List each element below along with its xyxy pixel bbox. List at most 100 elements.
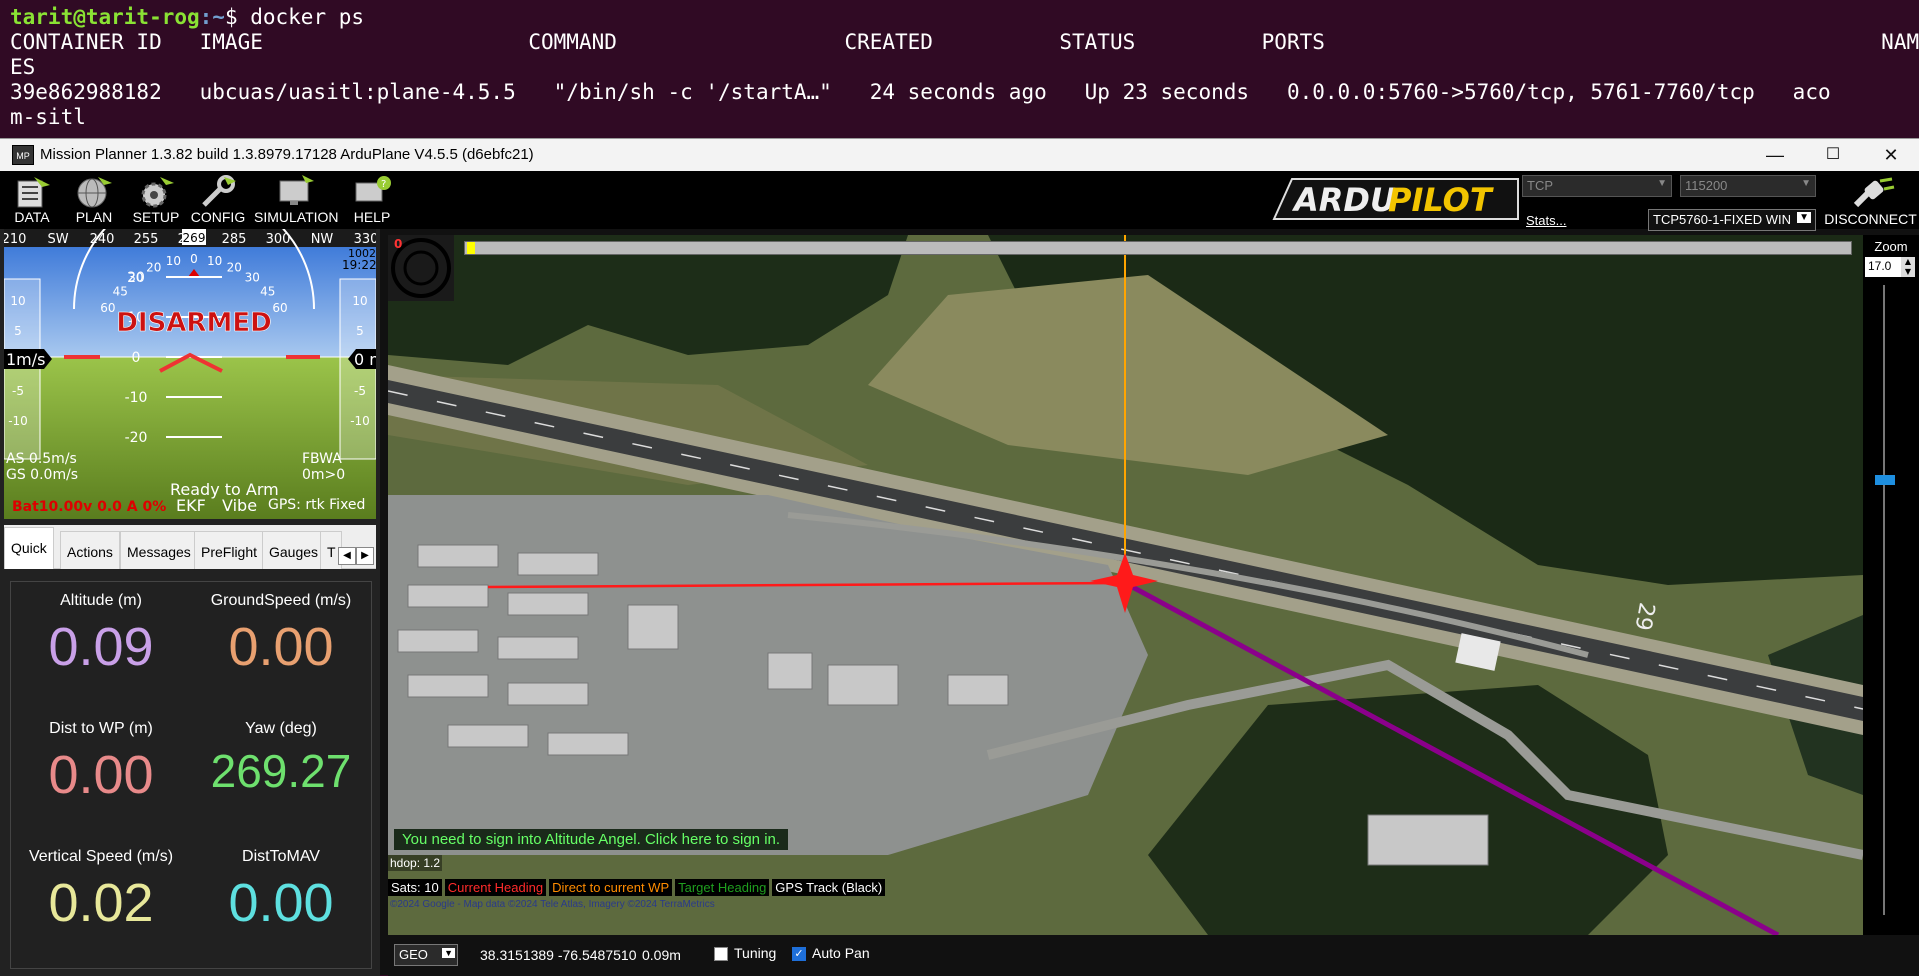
zoom-slider-handle[interactable] bbox=[1875, 475, 1895, 485]
quick-label: Vertical Speed (m/s) bbox=[28, 848, 174, 865]
close-button[interactable]: ✕ bbox=[1863, 139, 1919, 171]
roll-label: 60 bbox=[272, 301, 287, 315]
menu-simulation-label: SIMULATION bbox=[254, 209, 339, 225]
tab-actions[interactable]: Actions bbox=[60, 531, 120, 569]
speed-tape-label: -10 bbox=[8, 414, 28, 428]
tab-scroll-left-icon[interactable]: ◀ bbox=[338, 547, 356, 565]
menu-config-button[interactable]: CONFIG bbox=[190, 173, 246, 229]
link-select[interactable]: TCP5760-1-FIXED WIN ▼ bbox=[1648, 209, 1816, 231]
vibe-status[interactable]: Vibe bbox=[222, 496, 257, 515]
quick-dist-to-mav[interactable]: DistToMAV 0.00 bbox=[191, 838, 371, 966]
heading-value: 269 bbox=[183, 231, 206, 245]
brand-text-pilot: PILOT bbox=[1388, 181, 1494, 219]
roll-label: 20 bbox=[146, 260, 161, 274]
hud-time: 19:22:37 bbox=[342, 258, 376, 272]
baud-select[interactable]: 115200 ▼ bbox=[1680, 175, 1816, 197]
baud-value: 115200 bbox=[1685, 178, 1728, 193]
quick-groundspeed[interactable]: GroundSpeed (m/s) 0.00 bbox=[191, 582, 371, 710]
tab-gauges[interactable]: Gauges bbox=[262, 531, 326, 569]
terminal-header-2: ES bbox=[10, 55, 36, 79]
compass-label: SW bbox=[47, 232, 68, 247]
compass-label: NW bbox=[311, 232, 334, 247]
roll-label: 10 bbox=[166, 254, 181, 268]
quick-value: 269.27 bbox=[210, 745, 352, 797]
hdop-readout: hdop: 1.2 bbox=[388, 855, 443, 871]
flight-mode: FBWA bbox=[302, 451, 342, 467]
tab-quick[interactable]: Quick bbox=[4, 527, 54, 569]
altitude-readout: 0.09m bbox=[642, 947, 681, 963]
menu-setup-button[interactable]: SETUP bbox=[130, 173, 182, 229]
map-copyright: ©2024 Google - Map data ©2024 Tele Atlas… bbox=[390, 899, 715, 910]
map-view[interactable]: 29 0 You need to sign into Altitude Ange… bbox=[388, 235, 1863, 935]
gps-status: GPS: rtk Fixed bbox=[268, 497, 365, 513]
quick-value: 0.02 bbox=[48, 873, 154, 933]
altitude-angel-signin[interactable]: You need to sign into Altitude Angel. Cl… bbox=[394, 829, 789, 850]
roll-label: 20 bbox=[227, 260, 242, 274]
tab-scroll-right-icon[interactable]: ▶ bbox=[356, 547, 374, 565]
armed-status: DISARMED bbox=[116, 308, 271, 338]
terminal-command: $ docker ps bbox=[224, 5, 365, 29]
speed-tape-label: 10 bbox=[10, 294, 25, 308]
altitude-box: 0 m bbox=[354, 350, 376, 369]
menu-plan-button[interactable]: PLAN bbox=[68, 173, 120, 229]
quick-label: Dist to WP (m) bbox=[49, 720, 153, 737]
quick-altitude[interactable]: Altitude (m) 0.09 bbox=[11, 582, 191, 710]
simulation-icon bbox=[279, 175, 314, 205]
pitch-label: -20 bbox=[125, 430, 148, 446]
legend-target-heading: Target Heading bbox=[675, 879, 770, 896]
zoom-spinner[interactable]: ▲ ▼ bbox=[1901, 257, 1915, 277]
minimize-button[interactable]: — bbox=[1747, 139, 1803, 171]
disconnect-button[interactable]: DISCONNECT bbox=[1822, 173, 1919, 229]
timeline-handle[interactable] bbox=[467, 242, 475, 254]
coord-type-select[interactable]: GEO ▼ bbox=[394, 944, 458, 966]
terminal-row-2: m-sitl bbox=[10, 105, 86, 129]
quick-label: Altitude (m) bbox=[60, 592, 142, 609]
tab-preflight[interactable]: PreFlight bbox=[194, 531, 265, 569]
menu-plan-label: PLAN bbox=[75, 209, 113, 225]
menu-bar: DATA PLAN SETUP CONFIG SIMULATION ? HELP… bbox=[0, 171, 1919, 231]
left-panel: 210SW240255270285300NW330 269 6045302010… bbox=[0, 229, 380, 976]
map-legend: Sats: 10 Current Heading Direct to current… bbox=[388, 877, 888, 896]
menu-help-button[interactable]: ? HELP bbox=[346, 173, 398, 229]
terminal-path: :~ bbox=[199, 5, 225, 29]
config-icon bbox=[202, 175, 236, 207]
zoom-input[interactable]: 17.0 bbox=[1865, 257, 1901, 277]
menu-data-button[interactable]: DATA bbox=[6, 173, 58, 229]
hud-altitude-ref: 1002 bbox=[348, 247, 376, 260]
terminal-row-1: 39e862988182 ubcuas/uasitl:plane-4.5.5 "… bbox=[10, 80, 1831, 104]
roll-label: 0 bbox=[190, 252, 198, 266]
quick-dist-to-wp[interactable]: Dist to WP (m) 0.00 bbox=[11, 710, 191, 838]
help-icon: ? bbox=[355, 176, 391, 202]
quick-panel: Altitude (m) 0.09 GroundSpeed (m/s) 0.00 D… bbox=[10, 581, 372, 969]
menu-simulation-button[interactable]: SIMULATION bbox=[254, 173, 339, 229]
ekf-status[interactable]: EKF bbox=[176, 496, 206, 515]
coord-type-value: GEO bbox=[399, 947, 428, 962]
chevron-down-icon: ▼ bbox=[1801, 178, 1811, 189]
quick-label: DistToMAV bbox=[242, 848, 320, 865]
disconnect-label: DISCONNECT bbox=[1824, 211, 1917, 227]
quick-value: 0.00 bbox=[228, 873, 334, 933]
stats-link[interactable]: Stats... bbox=[1526, 213, 1566, 228]
autopan-checkbox[interactable]: ✓ bbox=[792, 947, 806, 961]
coordinates-readout: 38.3151389 -76.5487510 bbox=[480, 947, 637, 963]
compass-label: 330 bbox=[354, 232, 376, 247]
connection-type-select[interactable]: TCP ▼ bbox=[1522, 175, 1672, 197]
speed-tape-label: -5 bbox=[12, 384, 24, 398]
data-tabs: Quick Actions Messages PreFlight Gauges … bbox=[4, 525, 376, 569]
quick-label: Yaw (deg) bbox=[245, 720, 317, 737]
timeline-slider[interactable] bbox=[464, 241, 1852, 255]
tab-messages[interactable]: Messages bbox=[120, 531, 198, 569]
quick-vertical-speed[interactable]: Vertical Speed (m/s) 0.02 bbox=[11, 838, 191, 966]
maximize-button[interactable]: ☐ bbox=[1805, 139, 1861, 171]
pitch-label: 0 bbox=[132, 350, 141, 366]
mission-planner-window: MP Mission Planner 1.3.82 build 1.3.8979… bbox=[0, 138, 1919, 976]
speed-box: 1m/s bbox=[6, 350, 46, 369]
tuning-checkbox[interactable] bbox=[714, 947, 728, 961]
zoom-track[interactable] bbox=[1883, 285, 1885, 915]
speed-tape-label: 5 bbox=[14, 324, 22, 338]
quick-value: 0.09 bbox=[48, 617, 154, 677]
setup-icon bbox=[141, 177, 174, 208]
roll-label: 45 bbox=[260, 284, 275, 298]
autopan-label: Auto Pan bbox=[812, 945, 870, 961]
quick-yaw[interactable]: Yaw (deg) 269.27 bbox=[191, 710, 371, 838]
